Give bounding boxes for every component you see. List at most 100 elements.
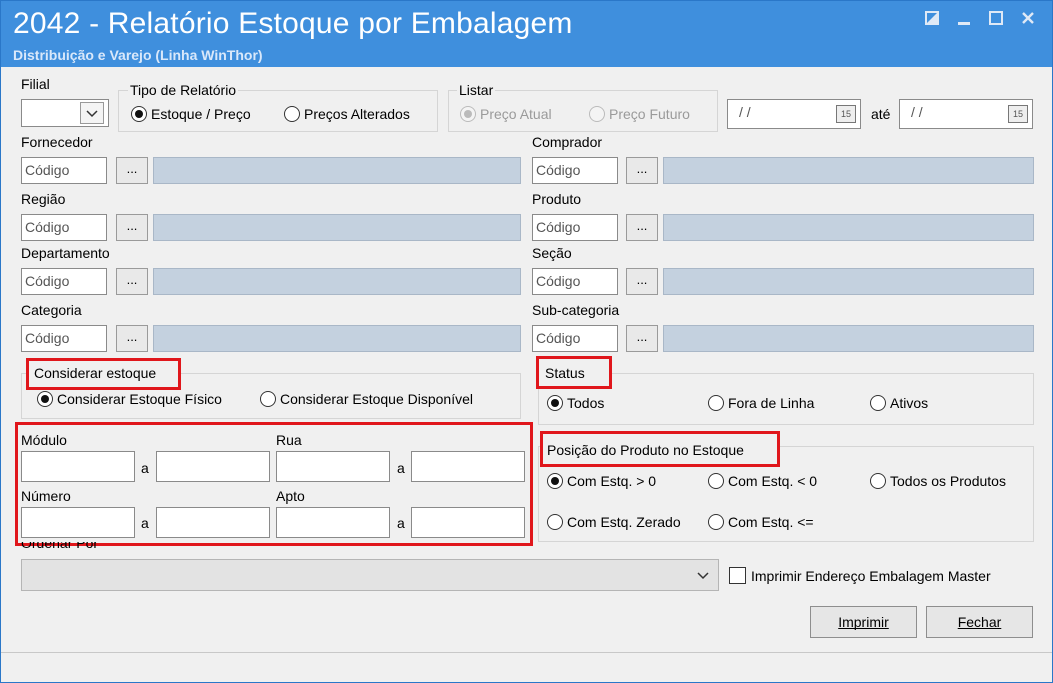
regiao-search-button[interactable]: ... (116, 214, 148, 241)
minimize-icon[interactable] (953, 9, 975, 31)
calendar-icon[interactable]: 15 (836, 105, 856, 123)
radio-com-estq-menor-igual[interactable]: Com Estq. <= (708, 514, 814, 530)
listar-label: Listar (457, 82, 496, 98)
secao-description-field (663, 268, 1034, 295)
radio-circle-icon (708, 514, 724, 530)
departamento-code-input[interactable]: Código (21, 268, 107, 295)
regiao-code-input[interactable]: Código (21, 214, 107, 241)
fornecedor-description-field (153, 157, 521, 184)
radio-circle-icon (547, 514, 563, 530)
title-bar: 2042 - Relatório Estoque por Embalagem D… (1, 1, 1052, 67)
ordenar-label: Ordenar Por (21, 542, 99, 550)
numero-label: Número (21, 488, 71, 504)
radio-circle-icon (708, 395, 724, 411)
secao-code-input[interactable]: Código (532, 268, 618, 295)
fornecedor-code-input[interactable]: Código (21, 157, 107, 184)
radio-circle-icon (131, 106, 147, 122)
modulo-from-input[interactable] (21, 451, 135, 482)
produto-code-input[interactable]: Código (532, 214, 618, 241)
regiao-description-field (153, 214, 521, 241)
radio-estoque-preco[interactable]: Estoque / Preço (131, 106, 251, 122)
secao-search-button[interactable]: ... (626, 268, 658, 295)
posicao-label: Posição do Produto no Estoque (547, 442, 744, 458)
apto-to-input[interactable] (411, 507, 525, 538)
tipo-relatorio-label: Tipo de Relatório (128, 82, 239, 98)
categoria-code-input[interactable]: Código (21, 325, 107, 352)
status-bar (1, 652, 1052, 682)
radio-circle-icon (260, 391, 276, 407)
ate-label: até (871, 106, 891, 122)
report-window: 2042 - Relatório Estoque por Embalagem D… (0, 0, 1053, 683)
subcategoria-code-input[interactable]: Código (532, 325, 618, 352)
radio-com-estq-maior-zero[interactable]: Com Estq. > 0 (547, 473, 656, 489)
modulo-sep: a (141, 460, 149, 476)
date-to-field[interactable]: / / 15 (899, 99, 1033, 129)
rua-from-input[interactable] (276, 451, 390, 482)
window-subtitle: Distribuição e Varejo (Linha WinThor) (13, 47, 263, 63)
produto-search-button[interactable]: ... (626, 214, 658, 241)
radio-com-estq-menor-zero[interactable]: Com Estq. < 0 (708, 473, 817, 489)
numero-from-input[interactable] (21, 507, 135, 538)
radio-status-ativos[interactable]: Ativos (870, 395, 928, 411)
date-from-field[interactable]: / / 15 (727, 99, 861, 129)
modulo-label: Módulo (21, 432, 67, 448)
apto-from-input[interactable] (276, 507, 390, 538)
rua-to-input[interactable] (411, 451, 525, 482)
fornecedor-search-button[interactable]: ... (116, 157, 148, 184)
subcategoria-label: Sub-categoria (532, 302, 620, 318)
radio-circle-icon (547, 395, 563, 411)
ordenar-select[interactable] (21, 559, 719, 591)
apto-label: Apto (276, 488, 305, 504)
comprador-label: Comprador (532, 134, 603, 150)
radio-circle-icon (870, 473, 886, 489)
apto-sep: a (397, 515, 405, 531)
radio-circle-icon (284, 106, 300, 122)
radio-circle-icon (460, 106, 476, 122)
radio-estoque-fisico[interactable]: Considerar Estoque Físico (37, 391, 222, 407)
radio-circle-icon (870, 395, 886, 411)
radio-precos-alterados[interactable]: Preços Alterados (284, 106, 410, 122)
radio-circle-icon (37, 391, 53, 407)
departamento-description-field (153, 268, 521, 295)
maximize-icon[interactable] (985, 9, 1007, 31)
considerar-estoque-label: Considerar estoque (34, 365, 157, 381)
radio-circle-icon (547, 473, 563, 489)
fornecedor-label: Fornecedor (21, 134, 93, 150)
categoria-search-button[interactable]: ... (116, 325, 148, 352)
comprador-description-field (663, 157, 1034, 184)
comprador-code-input[interactable]: Código (532, 157, 618, 184)
numero-to-input[interactable] (156, 507, 270, 538)
radio-preco-atual[interactable]: Preço Atual (460, 106, 552, 122)
status-label: Status (545, 365, 585, 381)
close-icon[interactable] (1017, 9, 1039, 31)
departamento-label: Departamento (21, 245, 110, 261)
subcategoria-description-field (663, 325, 1034, 352)
rua-label: Rua (276, 432, 302, 448)
checkbox-icon (729, 567, 746, 584)
filial-select[interactable] (21, 99, 109, 127)
departamento-search-button[interactable]: ... (116, 268, 148, 295)
filial-label: Filial (21, 76, 50, 92)
subcategoria-search-button[interactable]: ... (626, 325, 658, 352)
calendar-icon[interactable]: 15 (1008, 105, 1028, 123)
imprimir-button[interactable]: Imprimir (810, 606, 917, 638)
restore-icon[interactable] (921, 9, 943, 31)
radio-preco-futuro[interactable]: Preço Futuro (589, 106, 690, 122)
radio-circle-icon (708, 473, 724, 489)
radio-status-fora-de-linha[interactable]: Fora de Linha (708, 395, 814, 411)
imprimir-master-checkbox[interactable]: Imprimir Endereço Embalagem Master (729, 567, 991, 584)
chevron-down-icon[interactable] (80, 102, 104, 124)
fechar-button[interactable]: Fechar (926, 606, 1033, 638)
window-title: 2042 - Relatório Estoque por Embalagem (13, 7, 573, 40)
chevron-down-icon (694, 566, 712, 587)
radio-todos-produtos[interactable]: Todos os Produtos (870, 473, 1006, 489)
secao-label: Seção (532, 245, 572, 261)
categoria-description-field (153, 325, 521, 352)
radio-com-estq-zerado[interactable]: Com Estq. Zerado (547, 514, 681, 530)
regiao-label: Região (21, 191, 66, 207)
radio-status-todos[interactable]: Todos (547, 395, 604, 411)
radio-estoque-disponivel[interactable]: Considerar Estoque Disponível (260, 391, 473, 407)
produto-label: Produto (532, 191, 582, 207)
modulo-to-input[interactable] (156, 451, 270, 482)
comprador-search-button[interactable]: ... (626, 157, 658, 184)
